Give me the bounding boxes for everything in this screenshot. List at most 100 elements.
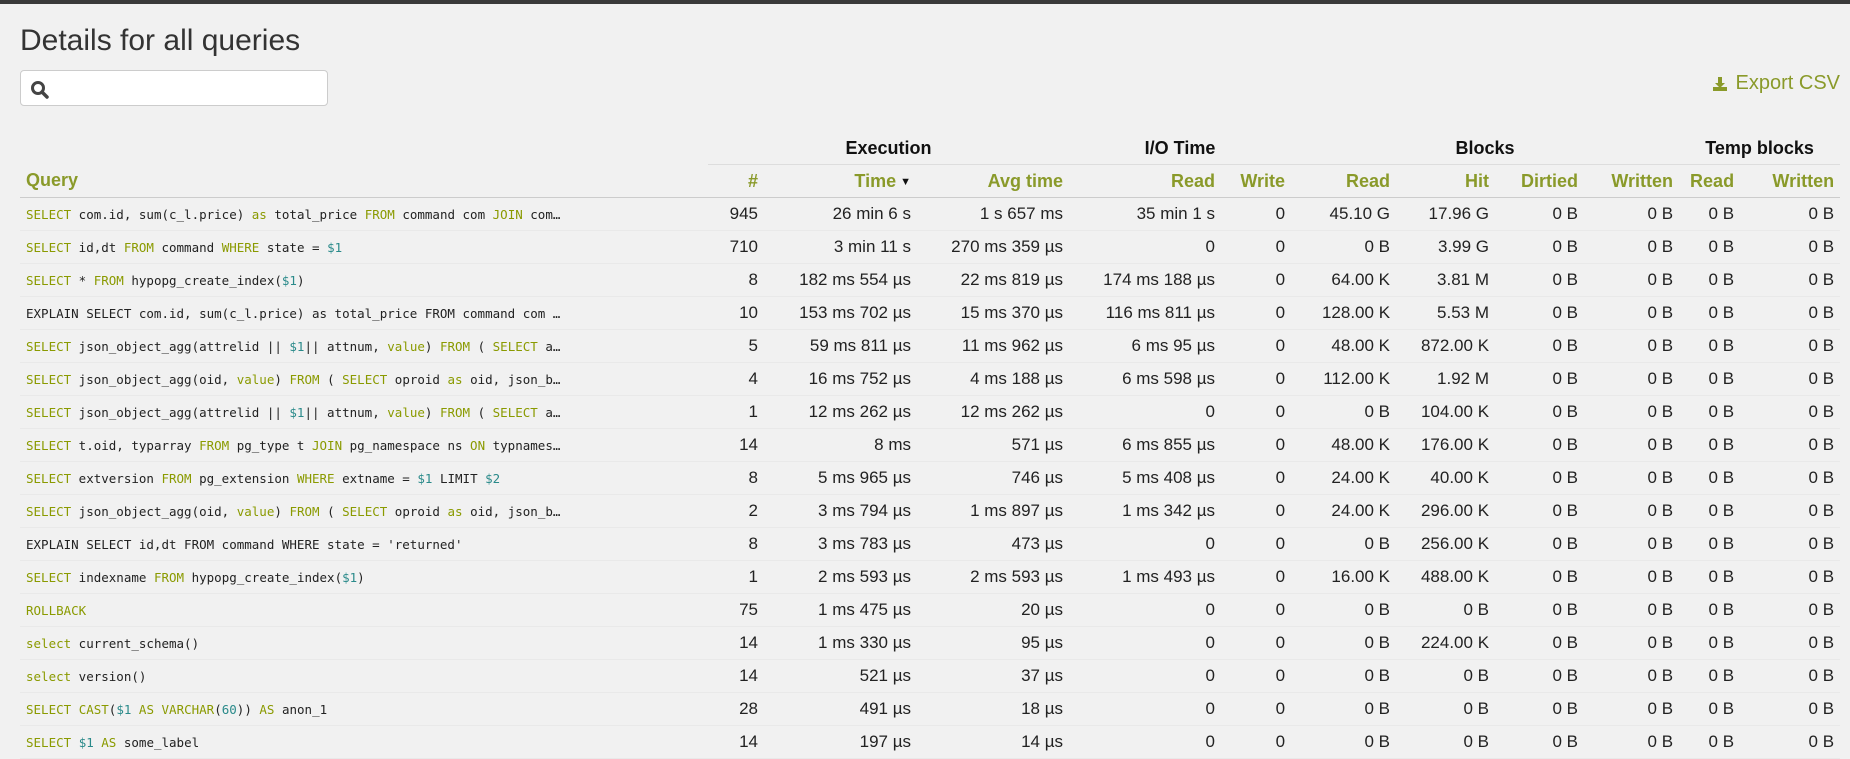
- cell-calls: 14: [708, 428, 764, 462]
- query-cell[interactable]: SELECT CAST($1 AS VARCHAR(60)) AS anon_1: [20, 692, 708, 726]
- cell-blocks-hit: 296.00 K: [1396, 494, 1496, 528]
- cell-blocks-written: 0 B: [1584, 428, 1680, 462]
- sql-text: LIMIT: [432, 470, 486, 486]
- query-cell[interactable]: SELECT json_object_agg(oid, value) FROM …: [20, 494, 708, 528]
- query-cell[interactable]: SELECT * FROM hypopg_create_index($1): [20, 263, 708, 297]
- table-row[interactable]: select version() 14 521 µs 37 µs 0 0 0 B0 B0 B…: [20, 659, 1841, 693]
- column-header-time[interactable]: Time ▼: [764, 164, 917, 198]
- sql-keyword: ON: [470, 437, 486, 453]
- query-cell[interactable]: SELECT extversion FROM pg_extension WHER…: [20, 461, 708, 495]
- query-cell[interactable]: SELECT t.oid, typarray FROM pg_type t JO…: [20, 428, 708, 462]
- sql-text: a…: [537, 338, 561, 354]
- cell-io-write: 0: [1221, 197, 1292, 231]
- table-row[interactable]: SELECT indexname FROM hypopg_create_inde…: [20, 560, 1841, 594]
- cell-time: 1 ms 330 µs: [764, 626, 917, 660]
- sql-text: ): [357, 569, 365, 585]
- group-header-blocks: Blocks: [1291, 132, 1680, 165]
- sql-keyword: FROM: [161, 470, 192, 486]
- column-header-blocks-dirtied[interactable]: Dirtied: [1495, 164, 1585, 198]
- column-header-blocks-hit[interactable]: Hit: [1396, 164, 1496, 198]
- table-row[interactable]: SELECT id,dt FROM command WHERE state = …: [20, 230, 1841, 264]
- cell-blocks-dirtied: 0 B: [1495, 395, 1585, 429]
- query-cell[interactable]: SELECT json_object_agg(attrelid || $1|| …: [20, 395, 708, 429]
- sql-keyword: SELECT: [26, 239, 72, 255]
- sql-keyword: SELECT: [492, 338, 538, 354]
- column-header-query[interactable]: Query: [20, 164, 708, 198]
- table-row[interactable]: EXPLAIN SELECT com.id, sum(c_l.price) as…: [20, 296, 1841, 330]
- table-row[interactable]: SELECT json_object_agg(attrelid || $1|| …: [20, 395, 1841, 429]
- table-row[interactable]: select current_schema() 14 1 ms 330 µs 95 µ…: [20, 626, 1841, 660]
- column-header-blocks-written[interactable]: Written: [1584, 164, 1680, 198]
- sql-keyword: SELECT: [26, 404, 72, 420]
- column-header-temp-read[interactable]: Read: [1679, 164, 1741, 198]
- sql-text: indexname: [71, 569, 154, 585]
- column-header-io-write[interactable]: Write: [1221, 164, 1292, 198]
- sql-keyword: JOIN: [492, 206, 523, 222]
- table-row[interactable]: SELECT t.oid, typarray FROM pg_type t JO…: [20, 428, 1841, 462]
- search-input[interactable]: [57, 75, 323, 103]
- column-header-calls[interactable]: #: [708, 164, 764, 198]
- sql-param: $1: [342, 569, 358, 585]
- query-cell[interactable]: SELECT $1 AS some_label: [20, 725, 708, 759]
- export-csv-button[interactable]: Export CSV: [1712, 72, 1840, 95]
- table-row[interactable]: SELECT CAST($1 AS VARCHAR(60)) AS anon_1…: [20, 692, 1841, 726]
- sql-text: version(): [71, 668, 147, 684]
- table-row[interactable]: EXPLAIN SELECT id,dt FROM command WHERE …: [20, 527, 1841, 561]
- group-header-io-time: I/O Time: [1069, 132, 1292, 165]
- sql-text: (: [470, 338, 493, 354]
- table-row[interactable]: SELECT json_object_agg(oid, value) FROM …: [20, 494, 1841, 528]
- cell-calls: 10: [708, 296, 764, 330]
- cell-io-read: 6 ms 855 µs: [1069, 428, 1222, 462]
- cell-temp-written: 0 B: [1740, 362, 1841, 396]
- table-row[interactable]: SELECT json_object_agg(attrelid || $1|| …: [20, 329, 1841, 363]
- cell-temp-read: 0 B: [1679, 428, 1741, 462]
- column-header-avg-time[interactable]: Avg time: [917, 164, 1070, 198]
- sql-text: pg_extension: [191, 470, 297, 486]
- cell-io-read: 5 ms 408 µs: [1069, 461, 1222, 495]
- query-cell[interactable]: EXPLAIN SELECT id,dt FROM command WHERE …: [20, 527, 708, 561]
- column-header-blocks-read[interactable]: Read: [1291, 164, 1397, 198]
- cell-blocks-written: 0 B: [1584, 461, 1680, 495]
- sql-text: com…: [522, 206, 561, 222]
- search-box[interactable]: [20, 70, 328, 106]
- cell-calls: 14: [708, 659, 764, 693]
- column-header-temp-written[interactable]: Written: [1740, 164, 1841, 198]
- query-cell[interactable]: SELECT com.id, sum(c_l.price) as total_p…: [20, 197, 708, 231]
- cell-calls: 710: [708, 230, 764, 264]
- sql-keyword: SELECT: [26, 272, 72, 288]
- cell-blocks-written: 0 B: [1584, 626, 1680, 660]
- query-cell[interactable]: select version(): [20, 659, 708, 693]
- query-cell[interactable]: SELECT json_object_agg(oid, value) FROM …: [20, 362, 708, 396]
- sql-keyword: as: [447, 371, 463, 387]
- cell-io-write: 0: [1221, 659, 1292, 693]
- query-cell[interactable]: SELECT id,dt FROM command WHERE state = …: [20, 230, 708, 264]
- column-header-io-read[interactable]: Read: [1069, 164, 1222, 198]
- cell-blocks-read: 0 B: [1291, 230, 1397, 264]
- table-row[interactable]: SELECT * FROM hypopg_create_index($1) 8 18…: [20, 263, 1841, 297]
- query-cell[interactable]: SELECT json_object_agg(attrelid || $1|| …: [20, 329, 708, 363]
- query-cell[interactable]: EXPLAIN SELECT com.id, sum(c_l.price) as…: [20, 296, 708, 330]
- cell-io-write: 0: [1221, 461, 1292, 495]
- cell-blocks-dirtied: 0 B: [1495, 296, 1585, 330]
- sql-param: 60: [221, 701, 237, 717]
- cell-calls: 14: [708, 725, 764, 759]
- query-cell[interactable]: select current_schema(): [20, 626, 708, 660]
- cell-io-read: 0: [1069, 659, 1222, 693]
- cell-io-read: 0: [1069, 230, 1222, 264]
- table-row[interactable]: SELECT com.id, sum(c_l.price) as total_p…: [20, 197, 1841, 231]
- table-row[interactable]: SELECT json_object_agg(oid, value) FROM …: [20, 362, 1841, 396]
- cell-io-write: 0: [1221, 230, 1292, 264]
- table-row[interactable]: ROLLBACK 75 1 ms 475 µs 20 µs 0 0 0 B0 B0 B0 B…: [20, 593, 1841, 627]
- sql-param: $1: [78, 734, 94, 750]
- cell-blocks-written: 0 B: [1584, 395, 1680, 429]
- cell-time: 3 min 11 s: [764, 230, 917, 264]
- query-cell[interactable]: ROLLBACK: [20, 593, 708, 627]
- table-row[interactable]: SELECT $1 AS some_label 14 197 µs 14 µs 0 0 0 …: [20, 725, 1841, 759]
- cell-io-read: 174 ms 188 µs: [1069, 263, 1222, 297]
- cell-avg-time: 270 ms 359 µs: [917, 230, 1070, 264]
- query-cell[interactable]: SELECT indexname FROM hypopg_create_inde…: [20, 560, 708, 594]
- sql-text: (: [319, 503, 343, 519]
- cell-temp-read: 0 B: [1679, 395, 1741, 429]
- sql-param: $1: [289, 404, 305, 420]
- table-row[interactable]: SELECT extversion FROM pg_extension WHER…: [20, 461, 1841, 495]
